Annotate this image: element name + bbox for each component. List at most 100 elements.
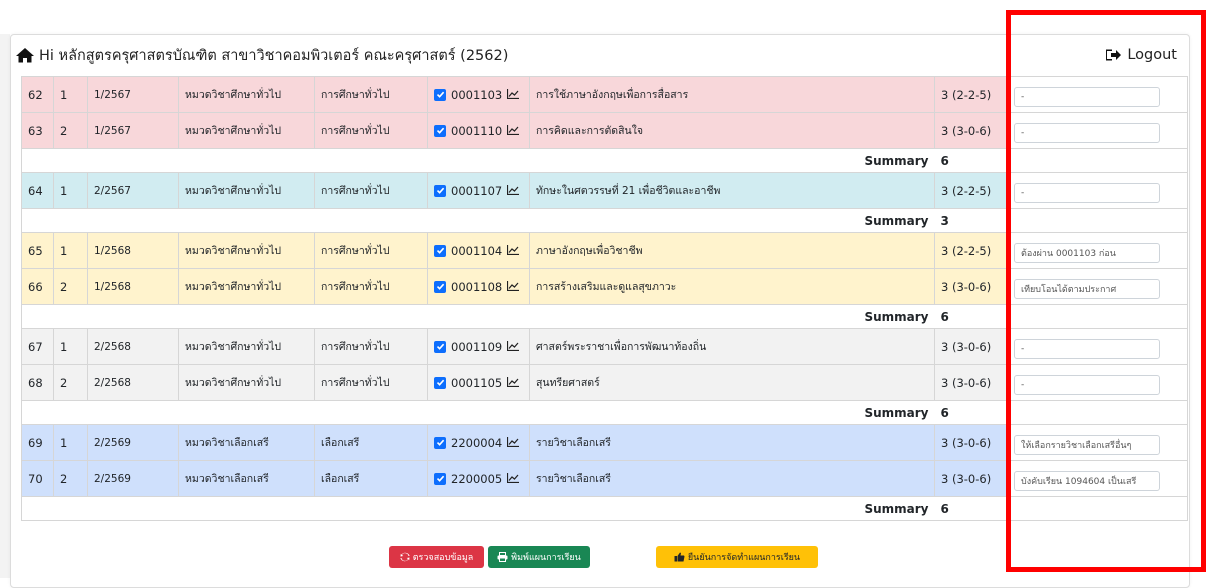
- study-plan-table: 62 1 1/2567 หมวดวิชาศึกษาทั่วไป การศึกษาทั่ว…: [21, 76, 1188, 521]
- chart-line-icon[interactable]: [507, 88, 520, 102]
- course-code: 2200004: [451, 435, 503, 450]
- course-checkbox[interactable]: [434, 88, 446, 101]
- course-name-cell: รายวิชาเลือกเสรี: [529, 424, 935, 461]
- remark-input[interactable]: -: [1014, 87, 1160, 107]
- summary-value: 6: [934, 400, 1009, 425]
- term-cell: 1/2568: [87, 232, 179, 269]
- chart-line-icon[interactable]: [507, 184, 520, 198]
- chart-line-icon[interactable]: [507, 376, 520, 390]
- course-checkbox[interactable]: [434, 244, 446, 257]
- print-plan-button[interactable]: พิมพ์แผนการเรียน: [488, 546, 590, 568]
- term-cell: 1/2568: [87, 268, 179, 305]
- sign-out-icon: [1106, 49, 1122, 61]
- row-number: 65: [21, 232, 54, 269]
- summary-value: 3: [934, 208, 1009, 233]
- page-title-text: Hi หลักสูตรครุศาสตรบัณฑิต สาขาวิชาคอมพิว…: [39, 47, 509, 64]
- row-sequence: 1: [53, 232, 88, 269]
- remark-input[interactable]: เทียบโอนได้ตามประกาศ: [1014, 279, 1160, 299]
- chart-line-icon[interactable]: [507, 124, 520, 138]
- chart-line-icon[interactable]: [507, 244, 520, 258]
- remark-cell: ต้องผ่าน 0001103 ก่อน: [1008, 232, 1188, 269]
- remark-input[interactable]: -: [1014, 183, 1160, 203]
- course-group-cell: หมวดวิชาศึกษาทั่วไป: [178, 232, 315, 269]
- chart-line-icon[interactable]: [507, 340, 520, 354]
- table-row: 66 2 1/2568 หมวดวิชาศึกษาทั่วไป การศึกษาทั่ว…: [21, 268, 1188, 305]
- course-group-cell: หมวดวิชาศึกษาทั่วไป: [178, 364, 315, 401]
- row-sequence: 2: [53, 364, 88, 401]
- course-checkbox[interactable]: [434, 472, 446, 485]
- remark-cell: -: [1008, 76, 1188, 113]
- course-group-cell: หมวดวิชาเลือกเสรี: [178, 424, 315, 461]
- summary-label: Summary: [21, 148, 935, 173]
- course-name-cell: การใช้ภาษาอังกฤษเพื่อการสื่อสาร: [529, 76, 935, 113]
- summary-blank: [1008, 304, 1188, 329]
- summary-value: 6: [934, 148, 1009, 173]
- term-cell: 2/2568: [87, 328, 179, 365]
- remark-input[interactable]: บังคับเรียน 1094604 เป็นเสรี: [1014, 471, 1160, 491]
- row-number: 64: [21, 172, 54, 209]
- table-row: 65 1 1/2568 หมวดวิชาศึกษาทั่วไป การศึกษาทั่ว…: [21, 232, 1188, 269]
- table-row: 68 2 2/2568 หมวดวิชาศึกษาทั่วไป การศึกษาทั่ว…: [21, 364, 1188, 401]
- course-group-cell: หมวดวิชาศึกษาทั่วไป: [178, 76, 315, 113]
- course-code: 0001104: [451, 243, 503, 258]
- remark-input[interactable]: -: [1014, 339, 1160, 359]
- course-type-cell: การศึกษาทั่วไป: [314, 364, 428, 401]
- print-plan-label: พิมพ์แผนการเรียน: [511, 553, 581, 563]
- remark-cell: -: [1008, 172, 1188, 209]
- course-checkbox[interactable]: [434, 436, 446, 449]
- course-checkbox[interactable]: [434, 340, 446, 353]
- chart-line-icon[interactable]: [507, 472, 520, 486]
- confirm-plan-button[interactable]: ยืนยันการจัดทำแผนการเรียน: [656, 546, 818, 568]
- course-name-cell: การสร้างเสริมและดูแลสุขภาวะ: [529, 268, 935, 305]
- remark-input[interactable]: ต้องผ่าน 0001103 ก่อน: [1014, 243, 1160, 263]
- course-checkbox[interactable]: [434, 280, 446, 293]
- page-title: Hi หลักสูตรครุศาสตรบัณฑิต สาขาวิชาคอมพิว…: [15, 44, 508, 67]
- course-checkbox[interactable]: [434, 376, 446, 389]
- remark-cell: บังคับเรียน 1094604 เป็นเสรี: [1008, 460, 1188, 497]
- thumbs-up-icon: [674, 552, 685, 562]
- row-number: 70: [21, 460, 54, 497]
- course-type-cell: เลือกเสรี: [314, 460, 428, 497]
- course-name-cell: สุนทรียศาสตร์: [529, 364, 935, 401]
- course-code: 0001108: [451, 279, 503, 294]
- remark-cell: เทียบโอนได้ตามประกาศ: [1008, 268, 1188, 305]
- course-checkbox[interactable]: [434, 124, 446, 137]
- verify-data-button[interactable]: ตรวจสอบข้อมูล: [389, 546, 484, 568]
- remark-input[interactable]: -: [1014, 123, 1160, 143]
- course-checkbox[interactable]: [434, 184, 446, 197]
- summary-blank: [1008, 208, 1188, 233]
- course-code-cell: 0001110: [427, 112, 530, 149]
- row-sequence: 1: [53, 76, 88, 113]
- remark-input[interactable]: ให้เลือกรายวิชาเลือกเสรีอื่นๆ: [1014, 435, 1160, 455]
- row-sequence: 1: [53, 328, 88, 365]
- row-sequence: 2: [53, 112, 88, 149]
- remark-input[interactable]: -: [1014, 375, 1160, 395]
- course-type-cell: การศึกษาทั่วไป: [314, 172, 428, 209]
- course-code-cell: 0001103: [427, 76, 530, 113]
- course-name-cell: ศาสตร์พระราชาเพื่อการพัฒนาท้องถิ่น: [529, 328, 935, 365]
- logout-button[interactable]: Logout: [1106, 47, 1177, 63]
- row-number: 63: [21, 112, 54, 149]
- logout-label: Logout: [1127, 47, 1177, 63]
- table-row: 63 2 1/2567 หมวดวิชาศึกษาทั่วไป การศึกษาทั่ว…: [21, 112, 1188, 149]
- term-cell: 2/2569: [87, 460, 179, 497]
- chart-line-icon[interactable]: [507, 436, 520, 450]
- course-code-cell: 0001108: [427, 268, 530, 305]
- course-code: 2200005: [451, 471, 503, 486]
- course-code-cell: 0001107: [427, 172, 530, 209]
- course-code-cell: 0001105: [427, 364, 530, 401]
- course-group-cell: หมวดวิชาศึกษาทั่วไป: [178, 268, 315, 305]
- term-cell: 2/2567: [87, 172, 179, 209]
- remark-cell: -: [1008, 364, 1188, 401]
- summary-label: Summary: [21, 400, 935, 425]
- course-code: 0001103: [451, 87, 503, 102]
- course-type-cell: การศึกษาทั่วไป: [314, 76, 428, 113]
- confirm-plan-label: ยืนยันการจัดทำแผนการเรียน: [687, 553, 801, 563]
- course-code: 0001109: [451, 339, 503, 354]
- chart-line-icon[interactable]: [507, 280, 520, 294]
- remark-cell: ให้เลือกรายวิชาเลือกเสรีอื่นๆ: [1008, 424, 1188, 461]
- course-type-cell: การศึกษาทั่วไป: [314, 232, 428, 269]
- course-name-cell: รายวิชาเลือกเสรี: [529, 460, 935, 497]
- row-sequence: 2: [53, 460, 88, 497]
- summary-value: 6: [934, 496, 1009, 521]
